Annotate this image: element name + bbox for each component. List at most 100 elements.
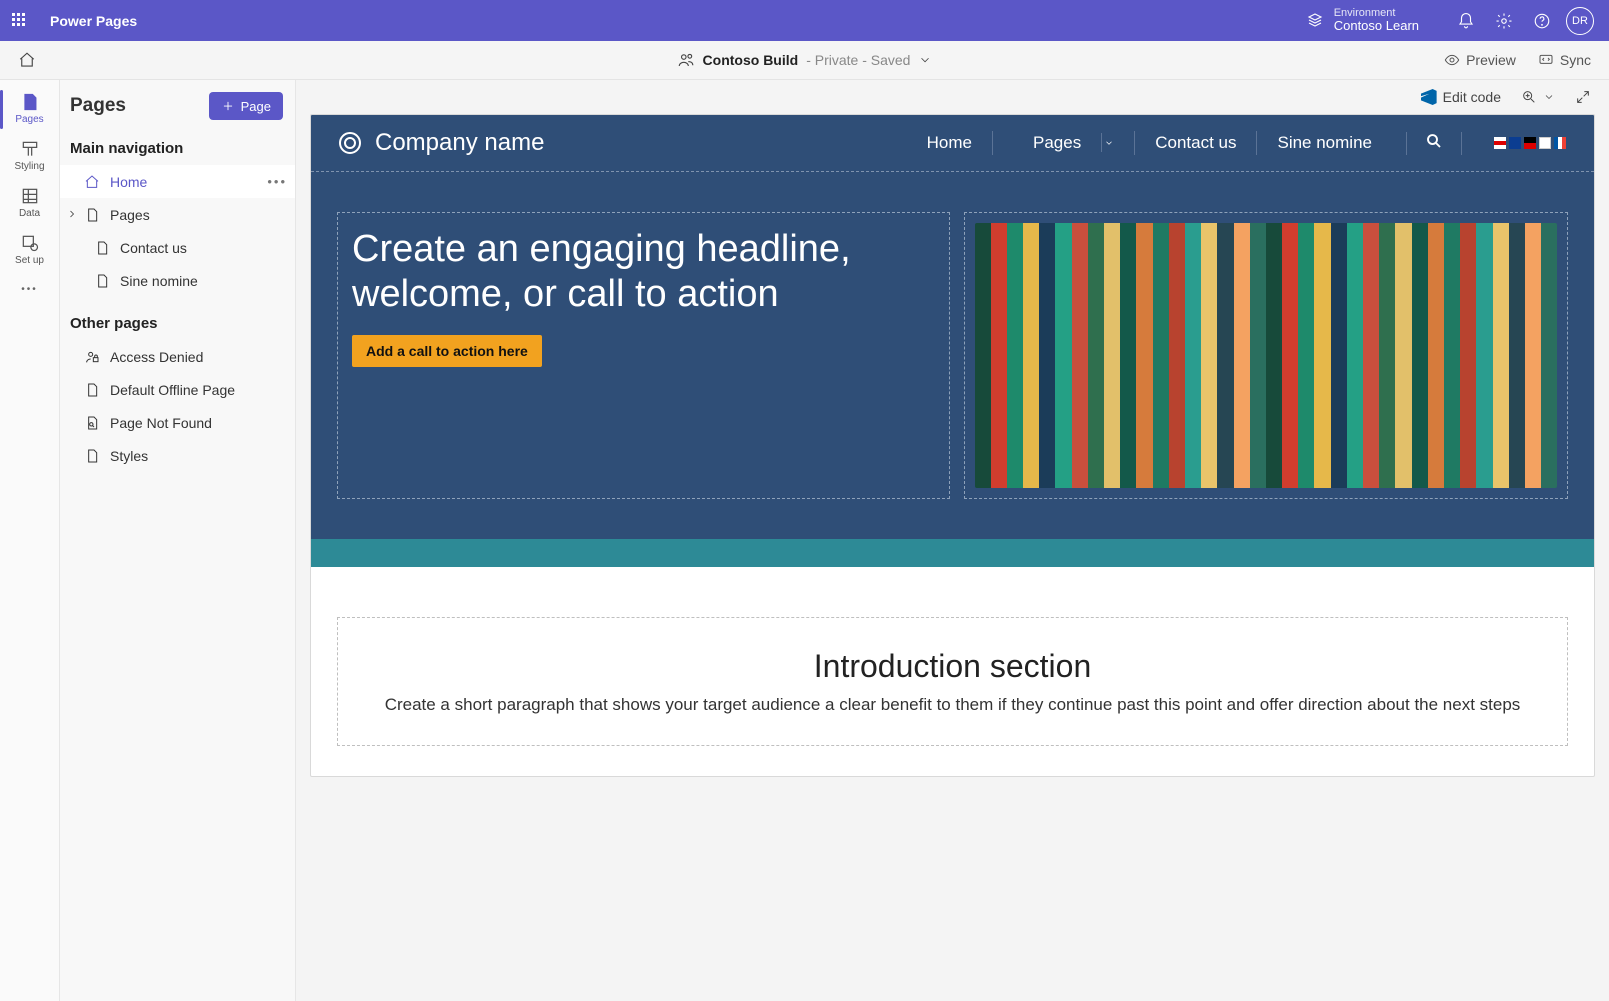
- tree-item-styles[interactable]: Styles: [60, 439, 295, 472]
- home-icon: [84, 174, 100, 190]
- caret-down-icon: [1104, 138, 1114, 148]
- site-search-icon[interactable]: [1406, 132, 1462, 155]
- rail-data[interactable]: Data: [0, 180, 60, 227]
- rail-styling[interactable]: Styling: [0, 133, 60, 180]
- intro-body[interactable]: Create a short paragraph that shows your…: [378, 695, 1527, 715]
- section-other: Other pages: [60, 307, 295, 340]
- language-picker[interactable]: [1476, 137, 1566, 149]
- site-state: - Private - Saved: [806, 52, 910, 68]
- preview-stage[interactable]: Company name Home Pages Contact us Sine …: [310, 114, 1595, 777]
- canvas: Edit code Company name Home Pages Contac…: [296, 80, 1609, 1001]
- nav-contact[interactable]: Contact us: [1135, 131, 1257, 155]
- environment-icon: [1306, 11, 1324, 29]
- tree-label: Default Offline Page: [110, 382, 235, 398]
- intro-title[interactable]: Introduction section: [378, 648, 1527, 685]
- eye-icon: [1444, 52, 1460, 68]
- chevron-right-icon[interactable]: [66, 207, 78, 223]
- expand-icon: [1575, 89, 1591, 105]
- nav-pages[interactable]: Pages: [993, 131, 1135, 155]
- site-logo-icon[interactable]: [339, 132, 361, 154]
- setup-icon: [20, 233, 40, 253]
- hero-image-placeholder: [975, 223, 1558, 488]
- section-main-nav: Main navigation: [60, 132, 295, 165]
- hero-text-column[interactable]: Create an engaging headline, welcome, or…: [337, 212, 950, 499]
- tree-label: Pages: [110, 207, 150, 223]
- tree-item-notfound[interactable]: Page Not Found: [60, 406, 295, 439]
- site-brand[interactable]: Company name: [375, 129, 544, 157]
- edit-code-button[interactable]: Edit code: [1421, 89, 1501, 105]
- tree-label: Sine nomine: [120, 273, 198, 289]
- environment-label: Environment: [1334, 7, 1419, 19]
- hero-section[interactable]: Create an engaging headline, welcome, or…: [311, 171, 1594, 539]
- environment-value: Contoso Learn: [1334, 19, 1419, 33]
- site-nav-links: Home Pages Contact us Sine nomine: [907, 131, 1392, 155]
- data-icon: [20, 186, 40, 206]
- breadcrumb-bar: Contoso Build - Private - Saved Preview …: [0, 41, 1609, 80]
- tree-item-home[interactable]: Home •••: [60, 165, 295, 198]
- flag-icon: [1554, 137, 1566, 149]
- nav-home[interactable]: Home: [907, 131, 993, 155]
- hero-cta-button[interactable]: Add a call to action here: [352, 335, 542, 367]
- preview-button[interactable]: Preview: [1444, 52, 1516, 68]
- environment-picker[interactable]: Environment Contoso Learn: [1306, 7, 1419, 33]
- add-page-button[interactable]: Page: [209, 92, 283, 120]
- tree-item-pages[interactable]: Pages: [60, 198, 295, 231]
- chevron-down-icon: [1543, 91, 1555, 103]
- edit-code-label: Edit code: [1443, 89, 1501, 105]
- page-icon: [94, 240, 110, 256]
- help-icon[interactable]: [1523, 12, 1561, 30]
- rail-data-label: Data: [0, 208, 60, 219]
- tree-label: Contact us: [120, 240, 187, 256]
- page-icon: [84, 382, 100, 398]
- user-avatar[interactable]: DR: [1561, 7, 1599, 35]
- rail-setup-label: Set up: [0, 255, 60, 266]
- notifications-icon[interactable]: [1447, 12, 1485, 30]
- hero-image-column[interactable]: [964, 212, 1569, 499]
- preview-label: Preview: [1466, 52, 1516, 68]
- tree-item-offline[interactable]: Default Offline Page: [60, 373, 295, 406]
- rail-setup[interactable]: Set up: [0, 227, 60, 274]
- tree-item-access-denied[interactable]: Access Denied: [60, 340, 295, 373]
- hero-headline[interactable]: Create an engaging headline, welcome, or…: [352, 227, 935, 317]
- sync-button[interactable]: Sync: [1538, 52, 1591, 68]
- page-icon: [20, 92, 40, 112]
- tree-label: Home: [110, 174, 147, 190]
- panel-title: Pages: [70, 95, 126, 117]
- intro-section[interactable]: Introduction section Create a short para…: [311, 567, 1594, 776]
- divider-bar: [311, 539, 1594, 567]
- page-icon: [84, 448, 100, 464]
- settings-icon[interactable]: [1485, 12, 1523, 30]
- expand-button[interactable]: [1575, 89, 1591, 105]
- site-navbar: Company name Home Pages Contact us Sine …: [311, 115, 1594, 171]
- nav-pages-label: Pages: [1013, 133, 1102, 152]
- add-page-label: Page: [241, 99, 271, 114]
- flag-icon: [1539, 137, 1551, 149]
- zoom-icon: [1521, 89, 1537, 105]
- tree-label: Page Not Found: [110, 415, 212, 431]
- rail-more[interactable]: •••: [0, 278, 60, 303]
- tree-item-contact[interactable]: Contact us: [60, 231, 295, 264]
- page-icon: [84, 207, 100, 223]
- site-name: Contoso Build: [703, 52, 799, 68]
- rail-styling-label: Styling: [0, 161, 60, 172]
- user-lock-icon: [84, 349, 100, 365]
- vscode-icon: [1421, 89, 1437, 105]
- app-launcher-icon[interactable]: [12, 13, 28, 29]
- sync-icon: [1538, 52, 1554, 68]
- site-selector[interactable]: Contoso Build - Private - Saved: [677, 51, 933, 69]
- tree-item-sine[interactable]: Sine nomine: [60, 264, 295, 297]
- home-icon[interactable]: [18, 51, 58, 69]
- page-icon: [94, 273, 110, 289]
- nav-sine[interactable]: Sine nomine: [1257, 131, 1392, 155]
- styling-icon: [20, 139, 40, 159]
- flag-icon: [1524, 137, 1536, 149]
- app-topbar: Power Pages Environment Contoso Learn DR: [0, 0, 1609, 41]
- zoom-button[interactable]: [1521, 89, 1555, 105]
- canvas-toolbar: Edit code: [296, 80, 1609, 114]
- tree-item-more[interactable]: •••: [267, 174, 287, 189]
- rail-pages[interactable]: Pages: [0, 86, 60, 133]
- tree-label: Styles: [110, 448, 148, 464]
- intro-text-block[interactable]: Introduction section Create a short para…: [337, 617, 1568, 746]
- flag-icon: [1509, 137, 1521, 149]
- pages-panel: Pages Page Main navigation Home ••• Page…: [60, 80, 296, 1001]
